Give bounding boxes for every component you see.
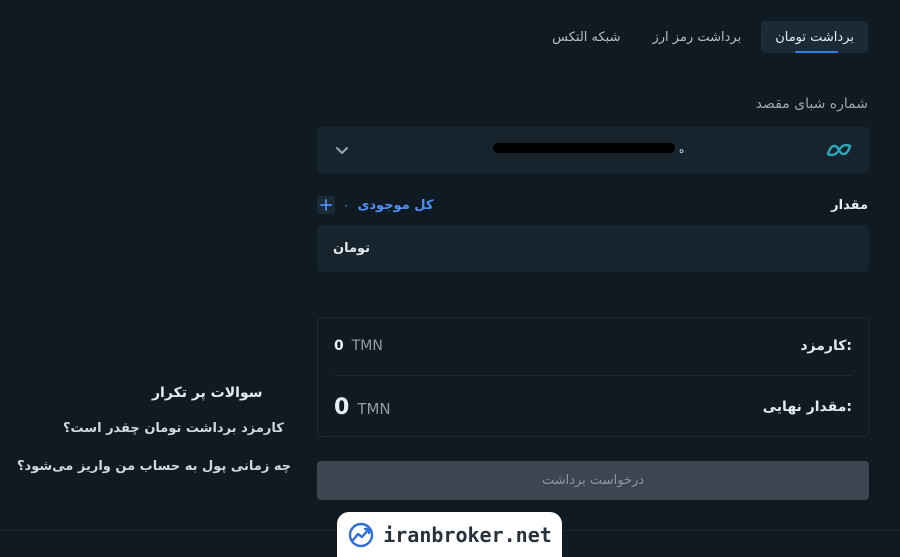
withdraw-page: برداشت تومان برداشت رمز ارز شبکه التکس ش… xyxy=(0,0,900,557)
watermark-text: iranbroker.net xyxy=(383,522,552,547)
amount-unit: تومان xyxy=(333,241,371,256)
fee-value: 0 xyxy=(334,338,344,354)
tab-crypto-withdraw[interactable]: برداشت رمز ارز xyxy=(641,21,754,53)
final-value: 0 xyxy=(334,394,350,420)
amount-input[interactable]: تومان xyxy=(317,225,869,272)
chevron-down-icon xyxy=(336,147,348,154)
fee-currency: TMN xyxy=(351,338,383,354)
fee-amount: 0 TMN xyxy=(334,338,383,354)
masked-sheba-number xyxy=(493,143,675,153)
faq-item-deposit-time[interactable]: چه زمانی پول به حساب من واریز می‌شود؟ xyxy=(17,459,291,474)
fee-row: 0 TMN کارمزد: xyxy=(334,336,852,356)
add-balance-button[interactable] xyxy=(317,196,335,214)
tab-altex-network[interactable]: شبکه التکس xyxy=(540,21,632,53)
withdraw-request-button[interactable]: درخواست برداشت xyxy=(317,461,869,500)
summary-divider xyxy=(334,375,852,376)
faq-item-fee[interactable]: کارمزد برداشت تومان چقدر است؟ xyxy=(63,421,284,436)
plus-icon xyxy=(320,199,332,211)
balance-value: ۰ xyxy=(343,198,350,212)
amount-label: مقدار xyxy=(831,198,868,213)
summary-box: 0 TMN کارمزد: 0 TMN مقدار نهایی: xyxy=(317,317,869,437)
chart-trend-icon xyxy=(349,522,374,547)
watermark: iranbroker.net xyxy=(337,512,562,557)
sheba-label: شماره شبای مقصد xyxy=(755,96,868,112)
bank-logo-icon xyxy=(826,143,852,157)
faq-title: سوالات پر تکرار xyxy=(152,385,263,401)
sheba-suffix: ه xyxy=(679,145,685,156)
final-currency: TMN xyxy=(357,399,391,418)
final-row: 0 TMN مقدار نهایی: xyxy=(334,394,852,420)
balance[interactable]: ۰ کل موجودی xyxy=(317,196,433,214)
final-amount: 0 TMN xyxy=(334,395,391,420)
final-label: مقدار نهایی: xyxy=(762,399,852,415)
fee-label: کارمزد: xyxy=(800,338,852,354)
balance-label[interactable]: کل موجودی xyxy=(357,198,433,213)
tab-toman-withdraw[interactable]: برداشت تومان xyxy=(761,21,868,53)
withdraw-tabs: برداشت تومان برداشت رمز ارز شبکه التکس xyxy=(540,21,868,53)
sheba-select[interactable]: ه xyxy=(317,127,869,173)
